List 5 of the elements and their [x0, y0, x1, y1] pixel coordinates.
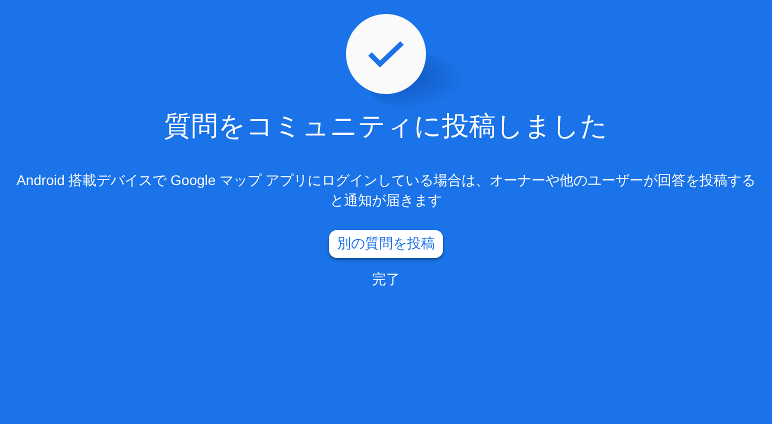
post-another-button[interactable]: 別の質問を投稿	[329, 230, 443, 258]
page-title: 質問をコミュニティに投稿しました	[164, 110, 608, 143]
notification-message: Android 搭載デバイスで Google マップ アプリにログインしている場合は、オーナーや他のユーザーが回答を投稿すると通知が届きます	[16, 171, 756, 210]
done-button[interactable]: 完了	[364, 267, 408, 293]
checkmark-icon	[367, 39, 405, 69]
